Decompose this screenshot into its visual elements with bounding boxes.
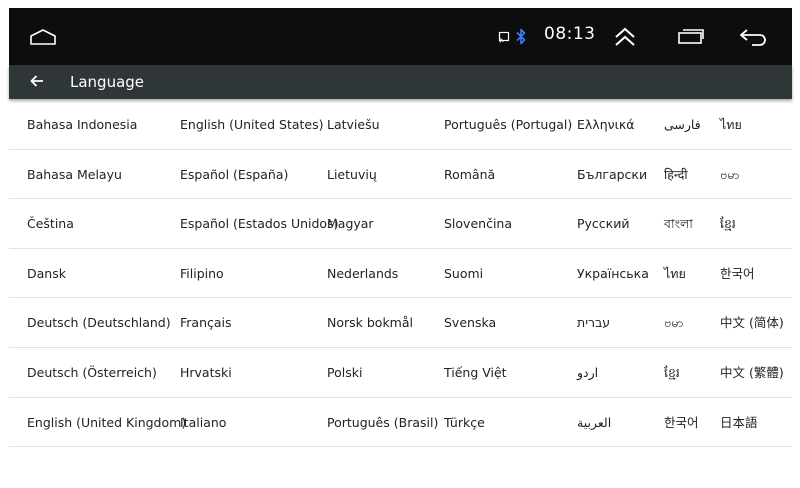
language-option[interactable]: Filipino [180,249,224,298]
language-row: Čeština Español (Estados Unidos) Magyar Slo… [9,199,792,249]
language-option[interactable]: Русский [577,199,629,248]
language-option[interactable]: עברית [577,298,610,347]
language-option[interactable]: Čeština [27,199,74,248]
language-option[interactable]: Italiano [180,398,226,447]
home-icon[interactable] [29,28,57,46]
language-option[interactable]: ဗမာ [720,150,739,199]
language-option[interactable]: Română [444,150,495,199]
back-icon[interactable] [738,28,768,46]
language-option[interactable]: ไทย [664,249,686,298]
cast-icon [498,31,510,43]
language-option[interactable]: 中文 (繁體) [720,348,784,397]
screen: 08:13 Language Bahasa Indonesia English (… [9,8,792,462]
language-option[interactable]: Hrvatski [180,348,232,397]
language-option[interactable]: Bahasa Melayu [27,150,122,199]
language-option[interactable]: اردو [577,348,598,397]
language-option[interactable]: Deutsch (Deutschland) [27,298,171,347]
language-option[interactable]: Български [577,150,647,199]
language-row: Bahasa Melayu Español (España) Lietuvių Rom… [9,150,792,200]
language-option[interactable]: Español (España) [180,150,288,199]
language-option[interactable]: বাংলা [664,199,693,248]
language-row: Deutsch (Deutschland) Français Norsk bokmå… [9,298,792,348]
expand-up-icon[interactable] [613,26,637,48]
arrow-left-icon[interactable] [29,73,45,89]
language-option[interactable]: Bahasa Indonesia [27,100,137,149]
status-bar: 08:13 [9,8,792,65]
language-option[interactable]: Dansk [27,249,66,298]
language-option[interactable]: Magyar [327,199,374,248]
language-option[interactable]: Slovenčina [444,199,512,248]
language-row: Dansk Filipino Nederlands Suomi Українська ไท… [9,249,792,299]
language-option[interactable]: Nederlands [327,249,398,298]
language-option[interactable]: فارسی [664,100,701,149]
language-option[interactable]: English (United Kingdom) [27,398,186,447]
language-option[interactable]: Suomi [444,249,483,298]
language-option[interactable]: ខ្មែរ [720,199,736,248]
language-option[interactable]: 日本語 [720,398,758,447]
language-option[interactable]: हिन्दी [664,150,688,199]
language-row: Deutsch (Österreich) Hrvatski Polski Tiếng … [9,348,792,398]
language-option[interactable]: Türkçe [444,398,485,447]
language-option[interactable]: 中文 (简体) [720,298,784,347]
language-option[interactable]: ဗမာ [664,298,683,347]
language-option[interactable]: Español (Estados Unidos) [180,199,338,248]
language-option[interactable]: Português (Portugal) [444,100,572,149]
language-option[interactable]: Latviešu [327,100,380,149]
clock: 08:13 [544,24,596,44]
language-option[interactable]: ไทย [720,100,742,149]
language-option[interactable]: Polski [327,348,362,397]
recents-icon[interactable] [677,28,705,44]
language-option[interactable]: Ελληνικά [577,100,634,149]
bluetooth-icon [516,28,526,45]
language-option[interactable]: العربية [577,398,611,447]
language-row: Bahasa Indonesia English (United States) L… [9,100,792,150]
language-option[interactable]: Norsk bokmål [327,298,413,347]
page-title: Language [70,73,145,91]
language-option[interactable]: English (United States) [180,100,324,149]
language-option[interactable]: Lietuvių [327,150,377,199]
language-option[interactable]: Français [180,298,232,347]
language-option[interactable]: Українська [577,249,649,298]
language-option[interactable]: 한국어 [664,398,699,447]
language-row: English (United Kingdom) Italiano Portuguê… [9,398,792,448]
app-bar: Language [9,65,792,99]
language-option[interactable]: Svenska [444,298,496,347]
language-option[interactable]: 한국어 [720,249,755,298]
language-option[interactable]: ខ្មែរ [664,348,680,397]
language-list: Bahasa Indonesia English (United States) L… [9,100,792,448]
language-option[interactable]: Tiếng Việt [444,348,507,397]
language-option[interactable]: Português (Brasil) [327,398,438,447]
language-option[interactable]: Deutsch (Österreich) [27,348,157,397]
